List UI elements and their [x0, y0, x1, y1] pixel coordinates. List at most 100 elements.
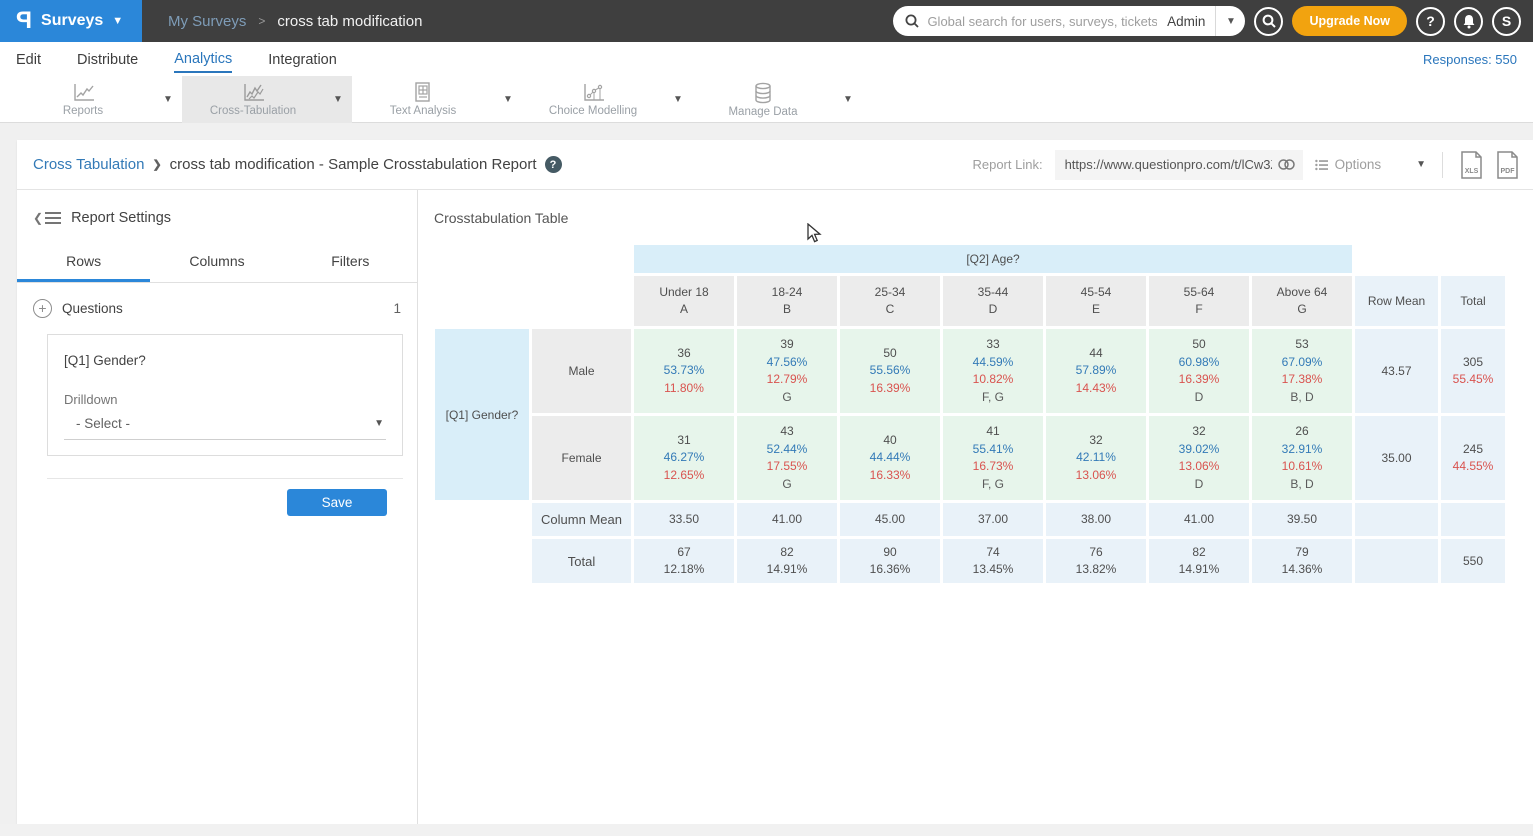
- chevron-down-icon[interactable]: ▼: [324, 76, 352, 123]
- col-header-above-64: Above 64G: [1252, 276, 1352, 326]
- options-menu[interactable]: Options ▼: [1315, 157, 1426, 172]
- empty-cell: [1355, 503, 1438, 536]
- avatar-initial: S: [1502, 13, 1511, 29]
- toolbar-item-reports[interactable]: Reports ▼: [12, 76, 182, 123]
- save-button[interactable]: Save: [287, 489, 387, 516]
- notifications-button[interactable]: [1454, 7, 1483, 36]
- empty-cell: [1441, 503, 1505, 536]
- total-cell: 8214.91%: [737, 539, 837, 583]
- toolbar-item-label: Text Analysis: [390, 105, 456, 117]
- crosstab-cell: 2632.91%10.61%B, D: [1252, 416, 1352, 500]
- user-avatar[interactable]: S: [1492, 7, 1521, 36]
- product-switcher[interactable]: P Surveys ▼: [0, 0, 142, 42]
- menu-icon: [45, 212, 61, 224]
- total-header: Total: [1441, 276, 1505, 326]
- col-header-25-34: 25-34C: [840, 276, 940, 326]
- chevron-down-icon[interactable]: ▼: [664, 76, 692, 123]
- chevron-down-icon[interactable]: ▼: [834, 76, 862, 123]
- chevron-down-icon[interactable]: ▼: [494, 76, 522, 123]
- table-row-female: Female 3146.27%12.65% 4352.44%17.55%G 40…: [435, 416, 1505, 500]
- toolbar-item-manage-data[interactable]: Manage Data ▼: [692, 76, 862, 123]
- crosstab-cell: 4352.44%17.55%G: [737, 416, 837, 500]
- multi-line-chart-icon: [241, 83, 265, 103]
- report-link-url[interactable]: https://www.questionpro.com/t/lCw3Zc: [1065, 157, 1272, 172]
- tab-columns[interactable]: Columns: [150, 244, 283, 282]
- question-mark-icon: ?: [1426, 13, 1435, 29]
- crosstab-cell: 4155.41%16.73%F, G: [943, 416, 1043, 500]
- search-placeholder: Global search for users, surveys, ticket…: [927, 14, 1157, 29]
- tab-integration[interactable]: Integration: [268, 46, 337, 72]
- document-grid-icon: [412, 82, 434, 103]
- search-submit-button[interactable]: [1254, 7, 1283, 36]
- collapse-panel-button[interactable]: ❮: [33, 211, 61, 225]
- analytics-toolbar: Reports ▼ Cross-Tabulation ▼ Text Analys…: [0, 76, 1533, 123]
- questions-header: + Questions 1: [17, 283, 417, 318]
- report-link-field[interactable]: https://www.questionpro.com/t/lCw3Zc: [1055, 150, 1303, 180]
- search-scope-label: Admin: [1157, 14, 1215, 29]
- search-scope-dropdown[interactable]: ▼: [1215, 6, 1245, 36]
- column-mean-cell: 39.50: [1252, 503, 1352, 536]
- breadcrumb: My Surveys > cross tab modification: [168, 13, 422, 30]
- grand-total-cell: 550: [1441, 539, 1505, 583]
- mouse-cursor: [806, 223, 824, 243]
- crosstab-cell: 3947.56%12.79%G: [737, 329, 837, 413]
- chevron-down-icon: ▼: [374, 418, 384, 429]
- line-chart-icon: [71, 83, 95, 103]
- tab-edit[interactable]: Edit: [16, 46, 41, 72]
- global-search[interactable]: Global search for users, surveys, ticket…: [893, 6, 1245, 36]
- help-button[interactable]: ?: [1416, 7, 1445, 36]
- col-header-55-64: 55-64F: [1149, 276, 1249, 326]
- tab-filters[interactable]: Filters: [284, 244, 417, 282]
- crosstab-cell: 3653.73%11.80%: [634, 329, 734, 413]
- col-header-35-44: 35-44D: [943, 276, 1043, 326]
- total-cell: 7413.45%: [943, 539, 1043, 583]
- column-header-row: Under 18A 18-24B 25-34C 35-44D 45-54E 55…: [435, 276, 1505, 326]
- scatter-chart-icon: [581, 83, 605, 103]
- breadcrumb-my-surveys[interactable]: My Surveys: [168, 13, 246, 30]
- export-xls-button[interactable]: XLS: [1459, 151, 1483, 179]
- column-mean-row: Column Mean 33.50 41.00 45.00 37.00 38.0…: [435, 503, 1505, 536]
- column-mean-cell: 41.00: [1149, 503, 1249, 536]
- cross-tabulation-link[interactable]: Cross Tabulation: [33, 156, 144, 173]
- banner-row: [Q2] Age?: [435, 245, 1505, 273]
- tab-analytics[interactable]: Analytics: [174, 45, 232, 73]
- report-title: cross tab modification - Sample Crosstab…: [170, 156, 537, 173]
- crosstab-cell: 3239.02%13.06%D: [1149, 416, 1249, 500]
- toolbar-item-cross-tabulation[interactable]: Cross-Tabulation ▼: [182, 76, 352, 123]
- divider: [47, 478, 403, 479]
- total-row-label: Total: [532, 539, 631, 583]
- column-mean-cell: 33.50: [634, 503, 734, 536]
- chevron-down-icon[interactable]: ▼: [154, 76, 182, 123]
- col-header-45-54: 45-54E: [1046, 276, 1146, 326]
- toolbar-item-text-analysis[interactable]: Text Analysis ▼: [352, 76, 522, 123]
- drilldown-selected-value: - Select -: [76, 416, 374, 431]
- crosstab-area: Crosstabulation Table [Q2] Age? Under 18…: [418, 190, 1533, 824]
- settings-tabs: Rows Columns Filters: [17, 244, 417, 283]
- crosstab-cell: 3344.59%10.82%F, G: [943, 329, 1043, 413]
- crosstab-cell: 4457.89%14.43%: [1046, 329, 1146, 413]
- add-question-button[interactable]: +: [33, 299, 52, 318]
- chevron-left-icon: ❮: [33, 211, 43, 225]
- help-icon[interactable]: ?: [545, 156, 562, 173]
- export-pdf-button[interactable]: PDF: [1495, 151, 1519, 179]
- upgrade-now-button[interactable]: Upgrade Now: [1292, 6, 1407, 36]
- tab-distribute[interactable]: Distribute: [77, 46, 138, 72]
- col-header-under-18: Under 18A: [634, 276, 734, 326]
- col-header-18-24: 18-24B: [737, 276, 837, 326]
- toolbar-item-label: Reports: [63, 105, 103, 117]
- tab-rows[interactable]: Rows: [17, 244, 150, 282]
- report-header: Cross Tabulation ❯ cross tab modificatio…: [17, 140, 1533, 190]
- database-icon: [752, 82, 774, 104]
- survey-nav: Edit Distribute Analytics Integration Re…: [0, 42, 1533, 76]
- horizontal-scrollbar-track[interactable]: [0, 824, 1533, 836]
- crosstab-cell: 5055.56%16.39%: [840, 329, 940, 413]
- chevron-down-icon: ▼: [1416, 159, 1426, 170]
- row-question-cell: [Q1] Gender?: [435, 329, 529, 500]
- panel-title: Report Settings: [71, 210, 171, 226]
- drilldown-select[interactable]: - Select - ▼: [64, 407, 386, 440]
- row-total-cell: 24544.55%: [1441, 416, 1505, 500]
- link-icon[interactable]: [1278, 159, 1295, 170]
- toolbar-item-choice-modelling[interactable]: Choice Modelling ▼: [522, 76, 692, 123]
- total-row: Total 6712.18% 8214.91% 9016.36% 7413.45…: [435, 539, 1505, 583]
- column-mean-cell: 41.00: [737, 503, 837, 536]
